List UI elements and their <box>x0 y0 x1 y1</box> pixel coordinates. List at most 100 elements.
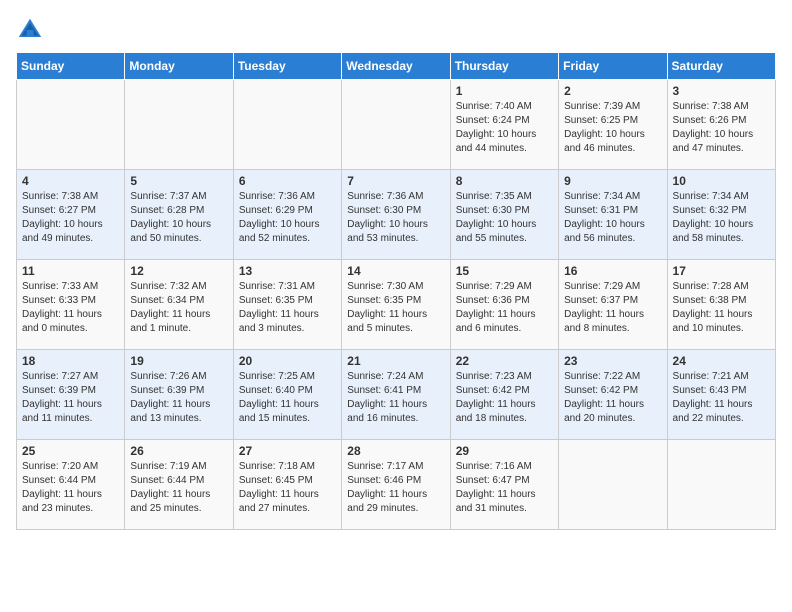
day-info: Sunrise: 7:20 AM Sunset: 6:44 PM Dayligh… <box>22 460 119 516</box>
day-info: Sunrise: 7:38 AM Sunset: 6:26 PM Dayligh… <box>673 100 770 156</box>
calendar-cell: 13 Sunrise: 7:31 AM Sunset: 6:35 PM Dayli… <box>233 260 341 350</box>
calendar-cell <box>559 440 667 530</box>
day-number: 17 <box>673 264 770 278</box>
calendar-cell: 25Sunrise: 7:20 AM Sunset: 6:44 PM Dayli… <box>17 440 125 530</box>
day-number: 29 <box>456 444 553 458</box>
calendar-cell: 26Sunrise: 7:19 AM Sunset: 6:44 PM Dayli… <box>125 440 233 530</box>
day-number: 9 <box>564 174 661 188</box>
calendar-cell: 12 Sunrise: 7:32 AM Sunset: 6:34 PM Dayli… <box>125 260 233 350</box>
calendar-cell: 7 Sunrise: 7:36 AM Sunset: 6:30 PM Daylig… <box>342 170 450 260</box>
day-info: Sunrise: 7:23 AM Sunset: 6:42 PM Dayligh… <box>456 370 553 426</box>
day-info: Sunrise: 7:39 AM Sunset: 6:25 PM Dayligh… <box>564 100 661 156</box>
calendar-cell: 3 Sunrise: 7:38 AM Sunset: 6:26 PM Daylig… <box>667 80 775 170</box>
day-number: 7 <box>347 174 444 188</box>
day-info: Sunrise: 7:30 AM Sunset: 6:35 PM Dayligh… <box>347 280 444 336</box>
calendar-cell <box>233 80 341 170</box>
calendar-cell: 20 Sunrise: 7:25 AM Sunset: 6:40 PM Dayli… <box>233 350 341 440</box>
day-number: 6 <box>239 174 336 188</box>
col-header-wednesday: Wednesday <box>342 53 450 80</box>
day-info: Sunrise: 7:26 AM Sunset: 6:39 PM Dayligh… <box>130 370 227 426</box>
day-number: 23 <box>564 354 661 368</box>
day-info: Sunrise: 7:36 AM Sunset: 6:29 PM Dayligh… <box>239 190 336 246</box>
day-number: 4 <box>22 174 119 188</box>
day-number: 21 <box>347 354 444 368</box>
day-info: Sunrise: 7:35 AM Sunset: 6:30 PM Dayligh… <box>456 190 553 246</box>
day-info: Sunrise: 7:36 AM Sunset: 6:30 PM Dayligh… <box>347 190 444 246</box>
day-info: Sunrise: 7:27 AM Sunset: 6:39 PM Dayligh… <box>22 370 119 426</box>
logo-icon <box>16 16 44 44</box>
calendar-cell: 14 Sunrise: 7:30 AM Sunset: 6:35 PM Dayli… <box>342 260 450 350</box>
day-number: 16 <box>564 264 661 278</box>
col-header-sunday: Sunday <box>17 53 125 80</box>
day-info: Sunrise: 7:29 AM Sunset: 6:36 PM Dayligh… <box>456 280 553 336</box>
col-header-tuesday: Tuesday <box>233 53 341 80</box>
day-info: Sunrise: 7:34 AM Sunset: 6:32 PM Dayligh… <box>673 190 770 246</box>
calendar-cell: 23 Sunrise: 7:22 AM Sunset: 6:42 PM Dayli… <box>559 350 667 440</box>
calendar-cell <box>17 80 125 170</box>
col-header-friday: Friday <box>559 53 667 80</box>
calendar-cell: 5 Sunrise: 7:37 AM Sunset: 6:28 PM Daylig… <box>125 170 233 260</box>
day-number: 12 <box>130 264 227 278</box>
page-header <box>16 16 776 44</box>
calendar-cell: 1Sunrise: 7:40 AM Sunset: 6:24 PM Daylig… <box>450 80 558 170</box>
calendar-cell: 22 Sunrise: 7:23 AM Sunset: 6:42 PM Dayli… <box>450 350 558 440</box>
day-number: 5 <box>130 174 227 188</box>
logo <box>16 16 48 44</box>
day-number: 3 <box>673 84 770 98</box>
day-number: 13 <box>239 264 336 278</box>
calendar-cell: 27Sunrise: 7:18 AM Sunset: 6:45 PM Dayli… <box>233 440 341 530</box>
day-number: 20 <box>239 354 336 368</box>
week-row-3: 11 Sunrise: 7:33 AM Sunset: 6:33 PM Dayli… <box>17 260 776 350</box>
day-info: Sunrise: 7:25 AM Sunset: 6:40 PM Dayligh… <box>239 370 336 426</box>
header-row: SundayMondayTuesdayWednesdayThursdayFrid… <box>17 53 776 80</box>
day-number: 14 <box>347 264 444 278</box>
day-info: Sunrise: 7:24 AM Sunset: 6:41 PM Dayligh… <box>347 370 444 426</box>
day-info: Sunrise: 7:40 AM Sunset: 6:24 PM Dayligh… <box>456 100 553 156</box>
week-row-5: 25Sunrise: 7:20 AM Sunset: 6:44 PM Dayli… <box>17 440 776 530</box>
week-row-4: 18 Sunrise: 7:27 AM Sunset: 6:39 PM Dayli… <box>17 350 776 440</box>
day-number: 22 <box>456 354 553 368</box>
day-info: Sunrise: 7:38 AM Sunset: 6:27 PM Dayligh… <box>22 190 119 246</box>
col-header-thursday: Thursday <box>450 53 558 80</box>
calendar-cell: 21 Sunrise: 7:24 AM Sunset: 6:41 PM Dayli… <box>342 350 450 440</box>
day-info: Sunrise: 7:34 AM Sunset: 6:31 PM Dayligh… <box>564 190 661 246</box>
day-info: Sunrise: 7:29 AM Sunset: 6:37 PM Dayligh… <box>564 280 661 336</box>
calendar-cell: 9 Sunrise: 7:34 AM Sunset: 6:31 PM Daylig… <box>559 170 667 260</box>
day-info: Sunrise: 7:32 AM Sunset: 6:34 PM Dayligh… <box>130 280 227 336</box>
day-info: Sunrise: 7:16 AM Sunset: 6:47 PM Dayligh… <box>456 460 553 516</box>
day-info: Sunrise: 7:28 AM Sunset: 6:38 PM Dayligh… <box>673 280 770 336</box>
calendar-cell <box>342 80 450 170</box>
calendar-cell: 24Sunrise: 7:21 AM Sunset: 6:43 PM Dayli… <box>667 350 775 440</box>
calendar-cell: 18 Sunrise: 7:27 AM Sunset: 6:39 PM Dayli… <box>17 350 125 440</box>
week-row-1: 1Sunrise: 7:40 AM Sunset: 6:24 PM Daylig… <box>17 80 776 170</box>
calendar-cell <box>667 440 775 530</box>
calendar-table: SundayMondayTuesdayWednesdayThursdayFrid… <box>16 52 776 530</box>
day-number: 24 <box>673 354 770 368</box>
week-row-2: 4 Sunrise: 7:38 AM Sunset: 6:27 PM Daylig… <box>17 170 776 260</box>
calendar-cell: 11 Sunrise: 7:33 AM Sunset: 6:33 PM Dayli… <box>17 260 125 350</box>
calendar-cell: 2 Sunrise: 7:39 AM Sunset: 6:25 PM Daylig… <box>559 80 667 170</box>
day-info: Sunrise: 7:33 AM Sunset: 6:33 PM Dayligh… <box>22 280 119 336</box>
calendar-cell: 10Sunrise: 7:34 AM Sunset: 6:32 PM Dayli… <box>667 170 775 260</box>
day-number: 15 <box>456 264 553 278</box>
col-header-monday: Monday <box>125 53 233 80</box>
day-number: 26 <box>130 444 227 458</box>
calendar-cell: 15 Sunrise: 7:29 AM Sunset: 6:36 PM Dayli… <box>450 260 558 350</box>
col-header-saturday: Saturday <box>667 53 775 80</box>
calendar-cell: 29 Sunrise: 7:16 AM Sunset: 6:47 PM Dayli… <box>450 440 558 530</box>
calendar-cell: 4 Sunrise: 7:38 AM Sunset: 6:27 PM Daylig… <box>17 170 125 260</box>
day-number: 2 <box>564 84 661 98</box>
day-info: Sunrise: 7:18 AM Sunset: 6:45 PM Dayligh… <box>239 460 336 516</box>
calendar-cell <box>125 80 233 170</box>
day-info: Sunrise: 7:37 AM Sunset: 6:28 PM Dayligh… <box>130 190 227 246</box>
day-info: Sunrise: 7:22 AM Sunset: 6:42 PM Dayligh… <box>564 370 661 426</box>
calendar-cell: 8Sunrise: 7:35 AM Sunset: 6:30 PM Daylig… <box>450 170 558 260</box>
calendar-cell: 16 Sunrise: 7:29 AM Sunset: 6:37 PM Dayli… <box>559 260 667 350</box>
day-number: 18 <box>22 354 119 368</box>
day-info: Sunrise: 7:31 AM Sunset: 6:35 PM Dayligh… <box>239 280 336 336</box>
day-number: 28 <box>347 444 444 458</box>
calendar-cell: 6 Sunrise: 7:36 AM Sunset: 6:29 PM Daylig… <box>233 170 341 260</box>
day-number: 19 <box>130 354 227 368</box>
calendar-cell: 19 Sunrise: 7:26 AM Sunset: 6:39 PM Dayli… <box>125 350 233 440</box>
day-number: 11 <box>22 264 119 278</box>
